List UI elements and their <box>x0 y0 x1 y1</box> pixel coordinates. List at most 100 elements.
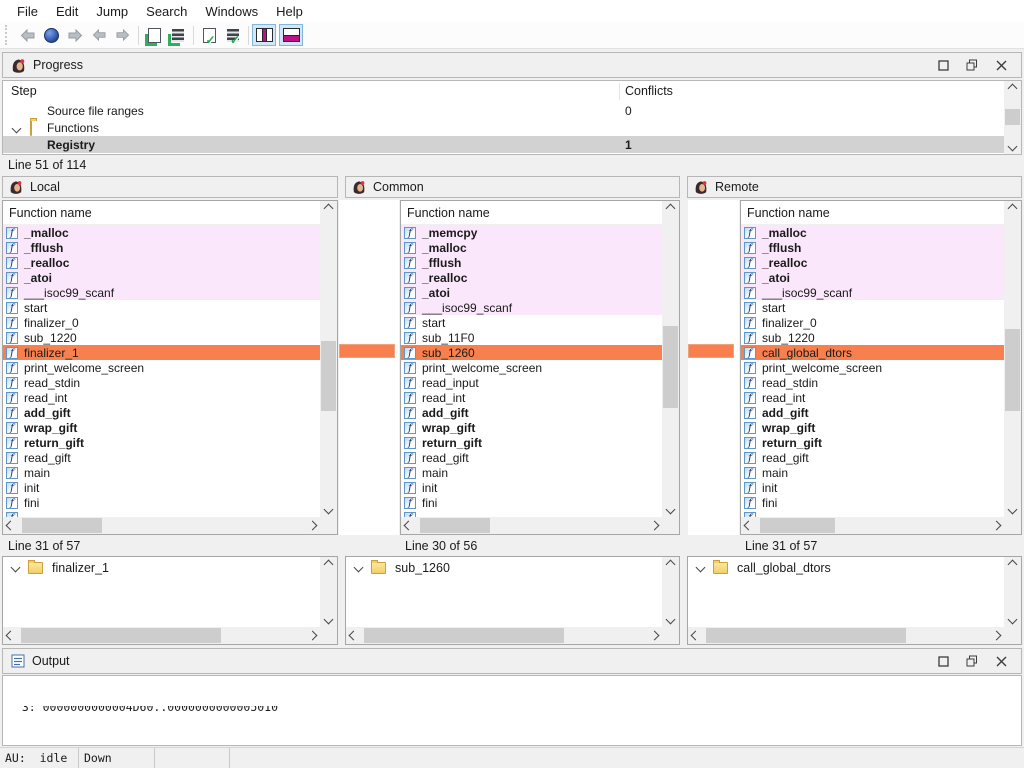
scroll-up-icon[interactable] <box>1004 81 1021 96</box>
menu-item[interactable]: Search <box>137 1 196 22</box>
jump-forward-button[interactable] <box>111 24 135 47</box>
function-row[interactable]: f read_int <box>401 390 662 405</box>
horizontal-scrollbar[interactable] <box>688 627 1004 644</box>
progress-step-row[interactable]: Source file ranges 0 <box>3 102 1004 119</box>
function-row[interactable]: f print_welcome_screen <box>401 360 662 375</box>
menu-item[interactable]: Jump <box>87 1 137 22</box>
scrollbar-thumb[interactable] <box>706 628 906 643</box>
function-row[interactable]: f wrap_gift <box>401 420 662 435</box>
function-row[interactable]: f return_gift <box>3 435 320 450</box>
function-row[interactable]: f add_gift <box>3 405 320 420</box>
split-columns-toggle[interactable] <box>252 24 276 46</box>
function-row-partial[interactable]: f <box>3 510 320 517</box>
menu-item[interactable]: Edit <box>47 1 87 22</box>
scroll-up-icon[interactable] <box>320 201 337 216</box>
function-row[interactable]: f _fflush <box>3 240 320 255</box>
function-row[interactable]: f _malloc <box>401 240 662 255</box>
collapse-chevron-icon[interactable] <box>13 121 20 135</box>
progress-step-row[interactable]: Functions <box>3 119 1004 136</box>
scroll-right-icon[interactable] <box>989 518 1004 533</box>
function-row[interactable]: f start <box>401 315 662 330</box>
function-row[interactable]: f init <box>401 480 662 495</box>
split-rows-toggle[interactable] <box>279 24 303 46</box>
function-row[interactable]: f wrap_gift <box>3 420 320 435</box>
function-row[interactable]: f ___isoc99_scanf <box>401 300 662 315</box>
vertical-scrollbar[interactable] <box>320 201 337 517</box>
collapse-chevron-icon[interactable] <box>696 563 706 573</box>
scroll-down-icon[interactable] <box>662 502 679 517</box>
function-row[interactable]: f print_welcome_screen <box>3 360 320 375</box>
function-row[interactable]: f _memcpy <box>401 225 662 240</box>
detail-title-row[interactable]: sub_1260 <box>346 557 679 578</box>
scroll-down-icon[interactable] <box>1004 502 1021 517</box>
scrollbar-thumb[interactable] <box>1005 109 1020 125</box>
vertical-scrollbar[interactable] <box>662 201 679 517</box>
menu-item[interactable]: Help <box>267 1 312 22</box>
function-row[interactable]: f main <box>3 465 320 480</box>
function-row[interactable]: f main <box>401 465 662 480</box>
close-icon[interactable] <box>995 59 1007 71</box>
function-row[interactable]: f finalizer_0 <box>741 315 1004 330</box>
jump-back-button[interactable] <box>87 24 111 47</box>
function-row[interactable]: f sub_11F0 <box>401 330 662 345</box>
function-row[interactable]: f sub_1260 <box>401 345 662 360</box>
collapse-chevron-icon[interactable] <box>11 563 21 573</box>
function-row[interactable]: f wrap_gift <box>741 420 1004 435</box>
scroll-right-icon[interactable] <box>305 518 320 533</box>
function-row[interactable]: f fini <box>3 495 320 510</box>
output-log[interactable]: 3: 0000000000004D60..0000000000005010 Ca… <box>2 675 1022 746</box>
function-row[interactable]: f add_gift <box>401 405 662 420</box>
vertical-scrollbar[interactable] <box>662 557 679 627</box>
function-name-column-header[interactable]: Function name <box>3 201 320 225</box>
detail-title-row[interactable]: call_global_dtors <box>688 557 1021 578</box>
function-row[interactable]: f start <box>3 300 320 315</box>
scroll-left-icon[interactable] <box>346 628 361 643</box>
scroll-up-icon[interactable] <box>1004 201 1021 216</box>
apply-stack-button[interactable]: ✓ <box>221 24 245 47</box>
function-row[interactable]: f return_gift <box>741 435 1004 450</box>
function-row-partial[interactable]: f <box>741 510 1004 517</box>
function-row[interactable]: f read_int <box>741 390 1004 405</box>
function-row[interactable]: f read_stdin <box>741 375 1004 390</box>
restore-button[interactable] <box>966 59 978 71</box>
progress-table-header[interactable]: Step Conflicts <box>3 81 1021 102</box>
restore-button[interactable] <box>966 655 978 667</box>
menu-item[interactable]: File <box>8 1 47 22</box>
horizontal-scrollbar[interactable] <box>741 517 1004 534</box>
vertical-scrollbar[interactable] <box>1004 81 1021 154</box>
function-row[interactable]: f sub_1220 <box>741 330 1004 345</box>
nav-back-button[interactable] <box>15 24 39 47</box>
scroll-right-icon[interactable] <box>989 628 1004 643</box>
horizontal-scrollbar[interactable] <box>3 627 320 644</box>
function-row[interactable]: f ___isoc99_scanf <box>741 285 1004 300</box>
progress-step-row[interactable]: Registry 1 <box>3 136 1004 153</box>
function-row[interactable]: f read_stdin <box>3 375 320 390</box>
scrollbar-thumb[interactable] <box>663 326 678 408</box>
scrollbar-thumb[interactable] <box>22 518 102 533</box>
function-row[interactable]: f fini <box>741 495 1004 510</box>
horizontal-scrollbar[interactable] <box>3 517 320 534</box>
collapse-chevron-icon[interactable] <box>354 563 364 573</box>
column-header-step[interactable]: Step <box>11 81 37 102</box>
toolbar-drag-handle[interactable] <box>5 25 11 45</box>
scroll-up-icon[interactable] <box>662 557 679 572</box>
function-row[interactable]: f print_welcome_screen <box>741 360 1004 375</box>
function-row[interactable]: f _atoi <box>401 285 662 300</box>
scrollbar-thumb[interactable] <box>1005 329 1020 411</box>
scroll-right-icon[interactable] <box>647 518 662 533</box>
scroll-left-icon[interactable] <box>3 628 18 643</box>
function-row[interactable]: f sub_1220 <box>3 330 320 345</box>
function-row[interactable]: f fini <box>401 495 662 510</box>
scroll-down-icon[interactable] <box>1004 139 1021 154</box>
nav-forward-button[interactable] <box>63 24 87 47</box>
scrollbar-thumb[interactable] <box>321 341 336 411</box>
nav-stop-button[interactable] <box>39 24 63 47</box>
column-header-conflicts[interactable]: Conflicts <box>625 81 673 102</box>
vertical-scrollbar[interactable] <box>1004 201 1021 517</box>
maximize-button[interactable] <box>937 655 949 667</box>
apply-doc-button[interactable]: ✓ <box>197 24 221 47</box>
scroll-down-icon[interactable] <box>320 502 337 517</box>
function-row[interactable]: f read_gift <box>401 450 662 465</box>
function-row[interactable]: f return_gift <box>401 435 662 450</box>
scrollbar-thumb[interactable] <box>760 518 835 533</box>
